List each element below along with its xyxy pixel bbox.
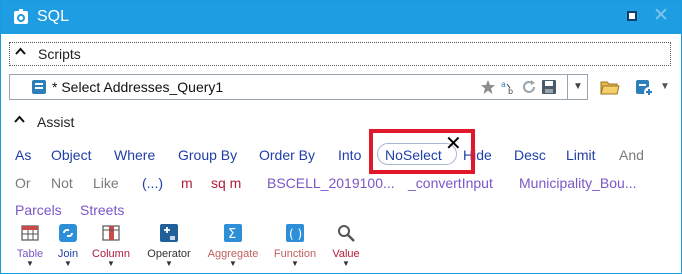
- join-dropdown-icon: ▼: [64, 259, 72, 268]
- collapse-chevron-icon: [14, 115, 25, 123]
- operator-button[interactable]: Operator ▼: [144, 223, 194, 268]
- component-municipality[interactable]: Municipality_Bou...: [519, 175, 637, 191]
- component-convertinput[interactable]: _convertInput: [408, 175, 493, 191]
- operator-icon: [160, 224, 178, 242]
- table-dropdown-icon: ▼: [26, 259, 34, 268]
- new-query-icon[interactable]: [633, 76, 655, 98]
- keyword-not[interactable]: Not: [51, 175, 73, 191]
- column-dropdown-icon: ▼: [107, 259, 115, 268]
- unit-m[interactable]: m: [181, 175, 193, 191]
- query-name: * Select Addresses_Query1: [52, 79, 224, 95]
- query-icon: [32, 80, 46, 94]
- sigma-icon: Σ: [224, 224, 242, 242]
- value-button[interactable]: Value ▼: [329, 223, 363, 268]
- operator-dropdown-icon: ▼: [165, 259, 173, 268]
- component-streets[interactable]: Streets: [80, 202, 124, 218]
- value-dropdown-icon: ▼: [342, 259, 350, 268]
- keyword-desc[interactable]: Desc: [514, 147, 546, 163]
- aggregate-dropdown-icon: ▼: [229, 259, 237, 268]
- parentheses-function-icon: ( ): [286, 224, 304, 242]
- query-dropdown-button[interactable]: ▼: [567, 74, 588, 100]
- function-button[interactable]: ( ) Function ▼: [272, 223, 318, 268]
- svg-text:Σ: Σ: [228, 227, 236, 242]
- sql-app-icon: [14, 9, 28, 24]
- unit-sq-m[interactable]: sq m: [211, 175, 241, 191]
- keyword-object[interactable]: Object: [51, 147, 91, 163]
- svg-text:( ): ( ): [289, 227, 302, 241]
- keyword-and[interactable]: And: [619, 147, 644, 163]
- keyword-like[interactable]: Like: [93, 175, 119, 191]
- chevron-down-icon: ▼: [573, 81, 583, 92]
- join-icon: [59, 224, 77, 242]
- open-folder-icon[interactable]: [599, 76, 621, 98]
- sql-window: SQL ✕ Scripts * Select Addresses_Query1 …: [0, 0, 682, 274]
- column-icon: [102, 225, 120, 241]
- refresh-icon[interactable]: [521, 79, 537, 95]
- join-button[interactable]: Join ▼: [53, 223, 83, 268]
- magnifier-icon: [338, 225, 355, 242]
- keyword-limit[interactable]: Limit: [566, 147, 596, 163]
- keyword-parentheses[interactable]: (...): [142, 175, 163, 191]
- new-query-dropdown-icon[interactable]: ▼: [660, 81, 670, 92]
- aggregate-button[interactable]: Σ Aggregate ▼: [205, 223, 261, 268]
- keyword-into[interactable]: Into: [338, 147, 361, 163]
- svg-text:b: b: [508, 87, 513, 95]
- collapse-chevron-icon: [15, 47, 26, 55]
- table-icon: [21, 225, 39, 241]
- component-bscell[interactable]: BSCELL_2019100...: [267, 175, 395, 191]
- component-parcels[interactable]: Parcels: [15, 202, 62, 218]
- svg-text:a: a: [501, 80, 506, 89]
- assist-label: Assist: [37, 114, 75, 130]
- close-button[interactable]: ✕: [653, 4, 669, 27]
- table-button[interactable]: Table ▼: [13, 223, 47, 268]
- function-dropdown-icon: ▼: [291, 259, 299, 268]
- keyword-group-by[interactable]: Group By: [178, 147, 237, 163]
- keyword-as[interactable]: As: [15, 147, 31, 163]
- window-title: SQL: [37, 8, 70, 25]
- close-x-icon[interactable]: ✕: [445, 131, 462, 156]
- favorite-star-icon[interactable]: [480, 79, 496, 95]
- restore-button[interactable]: [627, 11, 637, 21]
- query-selector[interactable]: * Select Addresses_Query1 a b: [9, 74, 588, 100]
- scripts-section-header[interactable]: Scripts: [9, 42, 671, 66]
- column-button[interactable]: Column ▼: [90, 223, 132, 268]
- keyword-or[interactable]: Or: [15, 175, 31, 191]
- titlebar: SQL ✕: [1, 1, 681, 34]
- rename-ab-icon[interactable]: a b: [501, 79, 517, 95]
- scripts-label: Scripts: [38, 46, 81, 62]
- save-icon[interactable]: [541, 79, 557, 95]
- keyword-where[interactable]: Where: [114, 147, 155, 163]
- keyword-order-by[interactable]: Order By: [259, 147, 315, 163]
